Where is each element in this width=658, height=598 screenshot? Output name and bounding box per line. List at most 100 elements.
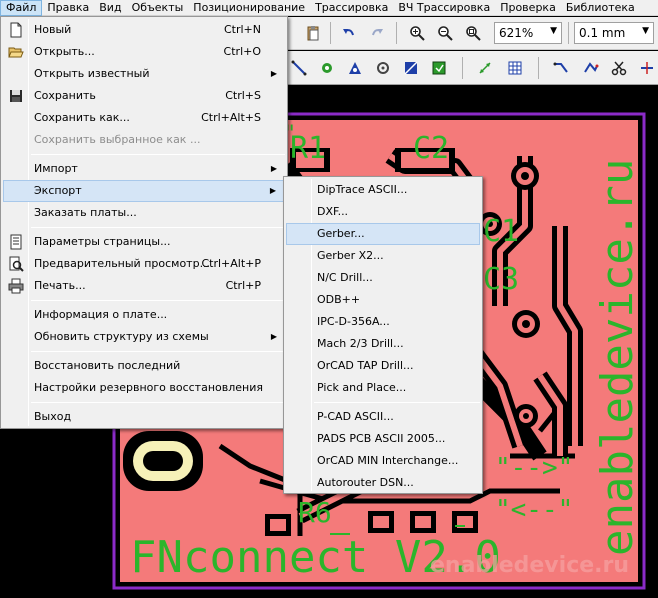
menu-item-shortcut: Ctrl+S <box>225 89 261 102</box>
pad-icon[interactable] <box>316 57 338 79</box>
route-trace-icon[interactable] <box>550 57 572 79</box>
export-menu-item[interactable]: Gerber... <box>286 223 480 245</box>
menu-item-label: ODB++ <box>317 293 361 306</box>
file-menu-item[interactable]: Сохранить Ctrl+S <box>3 85 285 107</box>
menu-item-label: OrCAD TAP Drill... <box>317 359 414 372</box>
menubar-item[interactable]: Объекты <box>127 0 189 16</box>
menu-item-label: Gerber X2... <box>317 249 384 262</box>
export-menu-item[interactable]: OrCAD TAP Drill... <box>286 355 480 377</box>
menu-separator <box>31 402 285 403</box>
menubar: Файл Правка Вид Объекты Позиционирование Трас… <box>0 0 658 16</box>
menubar-item[interactable]: Вид <box>94 0 126 16</box>
file-menu-item[interactable]: Параметры страницы... <box>3 231 285 253</box>
file-menu-item[interactable]: Экспорт ▶ <box>3 180 285 202</box>
via-shape-icon[interactable] <box>344 57 366 79</box>
menubar-item[interactable]: Проверка <box>495 0 561 16</box>
toolbar-separator <box>538 57 539 79</box>
export-menu-item[interactable]: DXF... <box>286 201 480 223</box>
file-menu-item[interactable]: Предварительный просмотр... Ctrl+Alt+P <box>3 253 285 275</box>
file-menu-item[interactable]: Открыть... Ctrl+O <box>3 41 285 63</box>
print-preview-icon <box>8 256 24 272</box>
submenu-arrow-icon: ▶ <box>270 69 277 78</box>
file-menu-item[interactable]: Настройки резервного восстановления <box>3 377 285 399</box>
menubar-item[interactable]: Библиотека <box>561 0 640 16</box>
redo-icon[interactable] <box>366 22 388 44</box>
table-grid-icon[interactable] <box>504 57 526 79</box>
export-menu-item[interactable]: OrCAD MIN Interchange... <box>286 450 480 472</box>
export-menu-item[interactable]: N/C Drill... <box>286 267 480 289</box>
menu-item-label: Выход <box>34 410 72 423</box>
export-menu-item[interactable]: DipTrace ASCII... <box>286 179 480 201</box>
new-file-icon <box>8 22 24 38</box>
zoom-out-icon[interactable] <box>434 22 456 44</box>
menu-item-label: OrCAD MIN Interchange... <box>317 454 459 467</box>
auto-route-icon[interactable] <box>580 57 602 79</box>
zoom-select[interactable]: 621% ▼ <box>494 22 562 44</box>
zoom-value: 621% <box>499 26 534 40</box>
grid-select[interactable]: 0.1 mm ▼ <box>574 22 654 44</box>
menu-item-label: N/C Drill... <box>317 271 373 284</box>
undo-icon[interactable] <box>338 22 360 44</box>
menu-separator <box>31 351 285 352</box>
file-menu-item[interactable]: Открыть известный ▶ <box>3 63 285 85</box>
export-submenu: DipTrace ASCII... DXF... Gerber... Gerber X… <box>283 176 483 494</box>
cut-trace-icon[interactable] <box>608 57 630 79</box>
route-line-icon[interactable] <box>288 57 310 79</box>
silk-label-c1: C1 <box>483 214 519 249</box>
zoom-in-icon[interactable] <box>406 22 428 44</box>
menu-item-shortcut: Ctrl+O <box>223 45 261 58</box>
file-menu-item[interactable]: Обновить структуру из схемы ▶ <box>3 326 285 348</box>
menu-item-label: Открыть... <box>34 45 95 58</box>
menu-item-label: Восстановить последний <box>34 359 181 372</box>
file-menu-item[interactable]: Печать... Ctrl+P <box>3 275 285 297</box>
split-trace-icon[interactable] <box>636 57 658 79</box>
toolbar-separator <box>396 22 397 44</box>
submenu-arrow-icon: ▶ <box>270 164 277 173</box>
chevron-down-icon: ▼ <box>642 26 649 36</box>
hole-icon[interactable] <box>372 57 394 79</box>
menu-item-label: Обновить структуру из схемы <box>34 330 209 343</box>
file-menu-item[interactable]: Восстановить последний <box>3 355 285 377</box>
page-setup-icon <box>8 234 24 250</box>
export-menu-item[interactable]: Pick and Place... <box>286 377 480 399</box>
toolbar-separator <box>568 22 569 44</box>
submenu-arrow-icon: ▶ <box>270 332 277 341</box>
open-folder-icon <box>8 44 24 60</box>
export-menu-item[interactable]: ODB++ <box>286 289 480 311</box>
file-menu-item[interactable]: Выход <box>3 406 285 428</box>
file-menu-item[interactable]: Импорт ▶ <box>3 158 285 180</box>
export-menu-item[interactable]: Autorouter DSN... <box>286 472 480 494</box>
copper-pour-icon[interactable] <box>400 57 422 79</box>
file-menu-item[interactable]: Заказать платы... <box>3 202 285 224</box>
export-menu-item[interactable]: P-CAD ASCII... <box>286 406 480 428</box>
silk-label-c2: C2 <box>413 131 449 166</box>
menu-item-label: Параметры страницы... <box>34 235 171 248</box>
paste-icon[interactable] <box>302 22 324 44</box>
export-menu-item[interactable]: Gerber X2... <box>286 245 480 267</box>
menu-item-label: Сохранить как... <box>34 111 130 124</box>
dimension-icon[interactable] <box>474 57 496 79</box>
menu-item-shortcut: Ctrl+Alt+P <box>201 257 261 270</box>
menubar-item[interactable]: Позиционирование <box>188 0 310 16</box>
submenu-arrow-icon: ▶ <box>269 186 276 195</box>
menubar-item[interactable]: Правка <box>42 0 94 16</box>
menubar-item[interactable]: Трассировка <box>310 0 393 16</box>
menu-item-shortcut: Ctrl+N <box>223 23 261 36</box>
menu-item-shortcut: Ctrl+P <box>225 279 261 292</box>
file-menu-item[interactable]: Сохранить как... Ctrl+Alt+S <box>3 107 285 129</box>
zoom-fit-icon[interactable] <box>462 22 484 44</box>
file-menu-item[interactable]: Информация о плате... <box>3 304 285 326</box>
export-menu-item[interactable]: Mach 2/3 Drill... <box>286 333 480 355</box>
menu-item-label: Импорт <box>34 162 78 175</box>
export-menu-item[interactable]: IPC-D-356A... <box>286 311 480 333</box>
export-menu-item[interactable]: PADS PCB ASCII 2005... <box>286 428 480 450</box>
silk-arrow-left: "<--" <box>495 495 573 525</box>
menubar-item[interactable]: Файл <box>0 0 43 16</box>
board-outline-icon[interactable] <box>428 57 450 79</box>
file-menu-item[interactable]: Новый Ctrl+N <box>3 19 285 41</box>
menu-item-label: Mach 2/3 Drill... <box>317 337 404 350</box>
menu-item-label: Предварительный просмотр... <box>34 257 211 270</box>
silk-label-c3: C3 <box>483 262 519 297</box>
menu-separator <box>31 227 285 228</box>
menubar-item[interactable]: ВЧ Трассировка <box>393 0 495 16</box>
